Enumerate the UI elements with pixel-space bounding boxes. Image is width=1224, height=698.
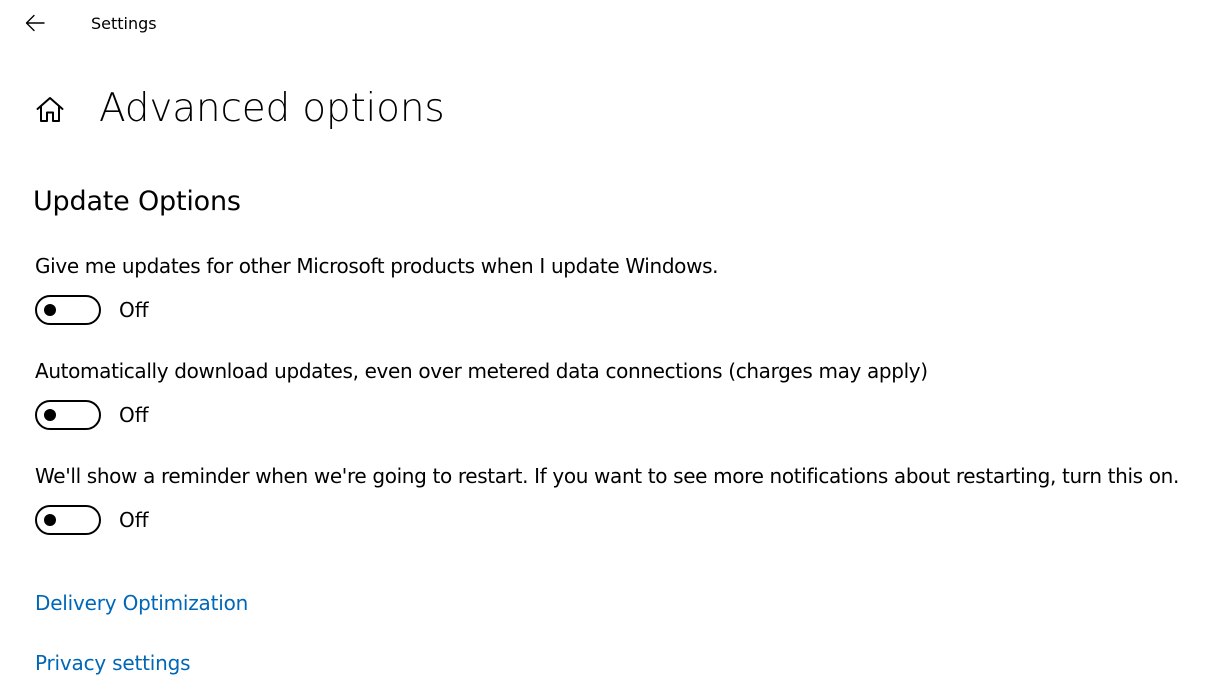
toggle-state-label: Off bbox=[119, 403, 149, 427]
page-header: Advanced options bbox=[34, 84, 445, 134]
toggle-knob bbox=[44, 409, 56, 421]
toggle-row: Off bbox=[35, 505, 1179, 535]
toggle-switch[interactable] bbox=[35, 400, 101, 430]
delivery-optimization-link[interactable]: Delivery Optimization bbox=[35, 590, 248, 616]
privacy-settings-link[interactable]: Privacy settings bbox=[35, 650, 191, 676]
title-bar: Settings bbox=[0, 0, 1224, 48]
option-metered-downloads: Automatically download updates, even ove… bbox=[35, 358, 928, 430]
option-label: Automatically download updates, even ove… bbox=[35, 359, 928, 383]
back-arrow-icon bbox=[25, 14, 45, 32]
option-label: Give me updates for other Microsoft prod… bbox=[35, 254, 719, 278]
toggle-state-label: Off bbox=[119, 298, 149, 322]
option-restart-notifications: We'll show a reminder when we're going t… bbox=[35, 463, 1179, 535]
toggle-row: Off bbox=[35, 400, 928, 430]
section-title: Update Options bbox=[33, 186, 241, 217]
toggle-row: Off bbox=[35, 295, 718, 325]
option-other-microsoft-products: Give me updates for other Microsoft prod… bbox=[35, 253, 719, 325]
toggle-state-label: Off bbox=[119, 508, 149, 532]
window-title: Settings bbox=[91, 14, 157, 33]
home-icon bbox=[36, 97, 64, 122]
toggle-switch[interactable] bbox=[35, 295, 101, 325]
option-label: We'll show a reminder when we're going t… bbox=[35, 464, 1179, 488]
home-button[interactable] bbox=[34, 93, 66, 125]
page-title: Advanced options bbox=[99, 86, 445, 131]
toggle-knob bbox=[44, 514, 56, 526]
toggle-switch[interactable] bbox=[35, 505, 101, 535]
back-button[interactable] bbox=[18, 6, 52, 40]
toggle-knob bbox=[44, 304, 56, 316]
